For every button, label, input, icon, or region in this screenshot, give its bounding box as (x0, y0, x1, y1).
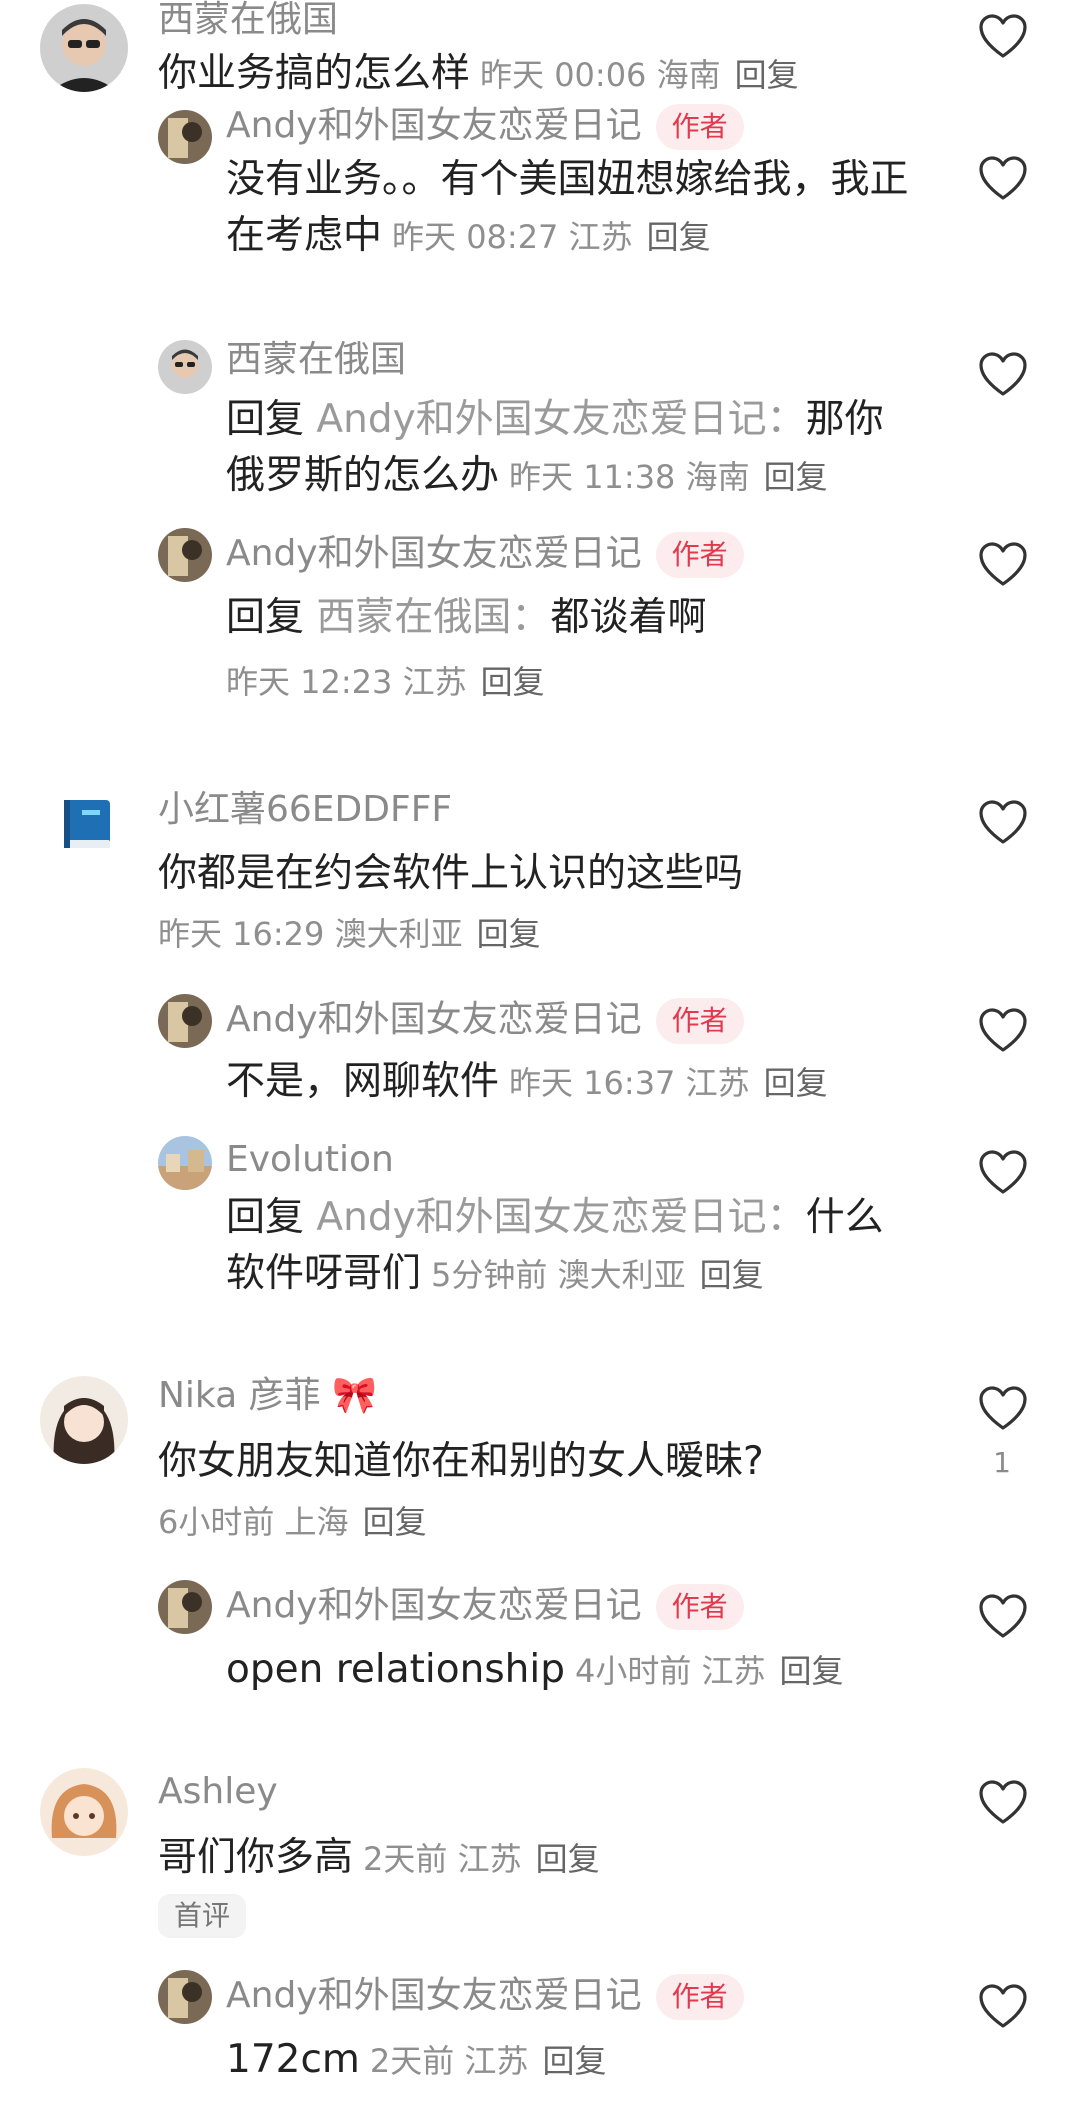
reply-body: 不是，网聊软件 (226, 1059, 500, 1104)
avatar[interactable] (158, 340, 212, 394)
book-avatar-icon[interactable] (58, 794, 118, 854)
comment-body: 你业务搞的怎么样 (158, 51, 471, 96)
reply-text: 172cm 2天前 江苏 回复 (226, 2037, 607, 2082)
like-heart-icon[interactable] (978, 1984, 1028, 2030)
reply-button[interactable]: 回复 (477, 915, 541, 953)
reply-button[interactable]: 回复 (542, 2042, 606, 2080)
avatar[interactable] (158, 528, 212, 582)
author-badge: 作者 (655, 532, 744, 578)
like-heart-icon[interactable] (978, 1008, 1028, 1054)
reply-meta: 昨天 12:23 江苏 回复 (226, 663, 545, 701)
avatar[interactable] (40, 1376, 128, 1464)
reply-username[interactable]: Andy和外国女友恋爱日记 作者 (226, 532, 744, 578)
avatar[interactable] (40, 4, 128, 92)
avatar[interactable] (158, 1136, 212, 1190)
author-badge: 作者 (655, 998, 744, 1044)
comment-location: 海南 (656, 56, 721, 94)
comment-username[interactable]: Ashley (158, 1770, 278, 1814)
reply-username[interactable]: Andy和外国女友恋爱日记 作者 (226, 1974, 744, 2020)
reply-username[interactable]: Evolution (226, 1138, 394, 1182)
reply-text: 不是，网聊软件 昨天 16:37 江苏 回复 (226, 1059, 828, 1104)
reply-button[interactable]: 回复 (363, 1503, 427, 1541)
first-comment-tag: 首评 (158, 1894, 247, 1938)
reply-button[interactable]: 回复 (780, 1652, 844, 1690)
comment-time: 昨天 00:06 (480, 56, 647, 94)
like-heart-icon[interactable] (978, 156, 1028, 202)
avatar[interactable] (40, 1768, 128, 1856)
like-heart-icon[interactable] (978, 1780, 1028, 1826)
like-count: 1 (993, 1446, 1011, 1479)
comment-body: 你女朋友知道你在和别的女人暧昧? (158, 1439, 764, 1484)
reply-text: open relationship 4小时前 江苏 回复 (226, 1647, 844, 1692)
reply-username[interactable]: Andy和外国女友恋爱日记 作者 (226, 998, 744, 1044)
like-heart-icon[interactable] (978, 1386, 1028, 1432)
comment-meta: 昨天 16:29 澳大利亚 回复 (158, 915, 541, 953)
comment-text: 你业务搞的怎么样 昨天 00:06 海南 回复 (158, 46, 918, 103)
comment-username[interactable]: 小红薯66EDDFFF (158, 788, 452, 832)
comment-body: 哥们你多高 (158, 1835, 354, 1880)
reply-button[interactable]: 回复 (647, 218, 711, 256)
like-heart-icon[interactable] (978, 14, 1028, 60)
reply-text: 没有业务。。有个美国妞想嫁给我，我正在考虑中 昨天 08:27 江苏 回复 (226, 157, 909, 258)
avatar[interactable] (158, 1580, 212, 1634)
reply-text: 回复 西蒙在俄国：都谈着啊 (226, 595, 707, 640)
avatar[interactable] (158, 994, 212, 1048)
reply-body: open relationship (226, 1647, 565, 1692)
comment-text: 哥们你多高 2天前 江苏 回复 (158, 1835, 600, 1880)
avatar[interactable] (158, 1970, 212, 2024)
like-heart-icon[interactable] (978, 800, 1028, 846)
like-heart-icon[interactable] (978, 1150, 1028, 1196)
comment-username[interactable]: Nika 彦菲 🎀 (158, 1374, 377, 1418)
comment-text: 你女朋友知道你在和别的女人暧昧? (158, 1434, 918, 1490)
reply-button[interactable]: 回复 (700, 1256, 764, 1294)
reply-text: 回复 Andy和外国女友恋爱日记：什么软件呀哥们 5分钟前 澳大利亚 回复 (226, 1195, 884, 1296)
comment-username[interactable]: 西蒙在俄国 (158, 0, 338, 42)
reply-text: 回复 Andy和外国女友恋爱日记：那你俄罗斯的怎么办 昨天 11:38 海南 回复 (226, 397, 884, 498)
like-heart-icon[interactable] (978, 352, 1028, 398)
comment-body: 你都是在约会软件上认识的这些吗 (158, 851, 744, 896)
comment-meta: 6小时前 上海 回复 (158, 1503, 427, 1541)
reply-button[interactable]: 回复 (764, 1064, 828, 1102)
like-heart-icon[interactable] (978, 1594, 1028, 1640)
ribbon-bow-icon: 🎀 (332, 1375, 377, 1416)
author-badge: 作者 (655, 104, 744, 150)
like-heart-icon[interactable] (978, 542, 1028, 588)
comment-text: 你都是在约会软件上认识的这些吗 (158, 846, 918, 902)
author-badge: 作者 (655, 1584, 744, 1630)
reply-body: 172cm (226, 2037, 360, 2082)
reply-button[interactable]: 回复 (481, 663, 545, 701)
reply-username[interactable]: 西蒙在俄国 (226, 338, 406, 382)
author-badge: 作者 (655, 1974, 744, 2020)
reply-username[interactable]: Andy和外国女友恋爱日记 作者 (226, 1584, 744, 1630)
reply-username[interactable]: Andy和外国女友恋爱日记 作者 (226, 104, 744, 150)
reply-body: 都谈着啊 (550, 595, 707, 640)
reply-button[interactable]: 回复 (764, 458, 828, 496)
avatar[interactable] (158, 110, 212, 164)
reply-button[interactable]: 回复 (735, 56, 799, 94)
reply-button[interactable]: 回复 (536, 1840, 600, 1878)
